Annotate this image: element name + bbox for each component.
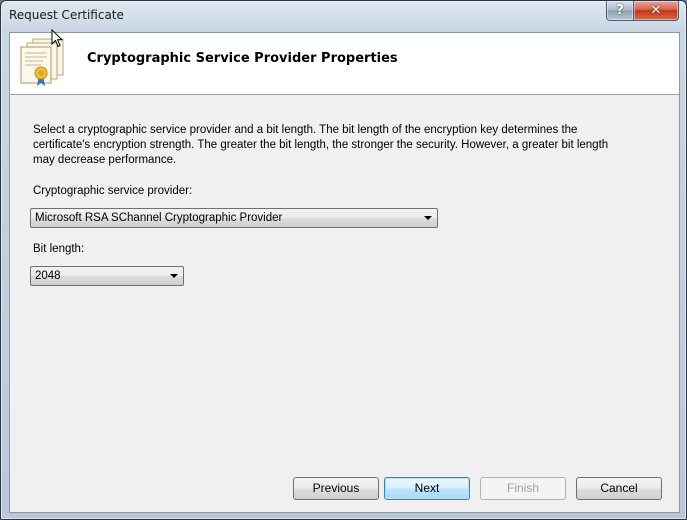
chevron-down-icon xyxy=(424,216,432,220)
previous-button[interactable]: Previous xyxy=(293,477,379,500)
finish-button: Finish xyxy=(480,477,566,500)
bit-length-dropdown[interactable]: 2048 xyxy=(30,266,184,286)
title-bar[interactable]: Request Certificate ? ✕ xyxy=(1,1,686,31)
wizard-header: Cryptographic Service Provider Propertie… xyxy=(10,33,679,95)
window-title: Request Certificate xyxy=(9,8,124,22)
provider-selected-value: Microsoft RSA SChannel Cryptographic Pro… xyxy=(35,212,283,224)
cancel-button[interactable]: Cancel xyxy=(576,477,662,500)
help-icon: ? xyxy=(616,3,624,18)
mouse-pointer-icon xyxy=(51,28,64,53)
provider-label: Cryptographic service provider: xyxy=(33,185,193,197)
close-button[interactable]: ✕ xyxy=(633,1,679,21)
description-text: Select a cryptographic service provider … xyxy=(33,124,609,166)
help-button[interactable]: ? xyxy=(606,1,634,21)
bit-length-selected-value: 2048 xyxy=(35,270,61,282)
caption-buttons: ? ✕ xyxy=(606,1,679,21)
next-button[interactable]: Next xyxy=(384,477,470,500)
close-icon: ✕ xyxy=(650,3,662,18)
bit-length-label: Bit length: xyxy=(33,243,85,255)
chevron-down-icon xyxy=(170,274,178,278)
provider-dropdown[interactable]: Microsoft RSA SChannel Cryptographic Pro… xyxy=(30,208,438,228)
dialog-window: Request Certificate ? ✕ Cryptographic Se… xyxy=(0,0,687,520)
dialog-body: Cryptographic Service Provider Propertie… xyxy=(9,32,680,513)
page-title: Cryptographic Service Provider Propertie… xyxy=(87,51,398,66)
